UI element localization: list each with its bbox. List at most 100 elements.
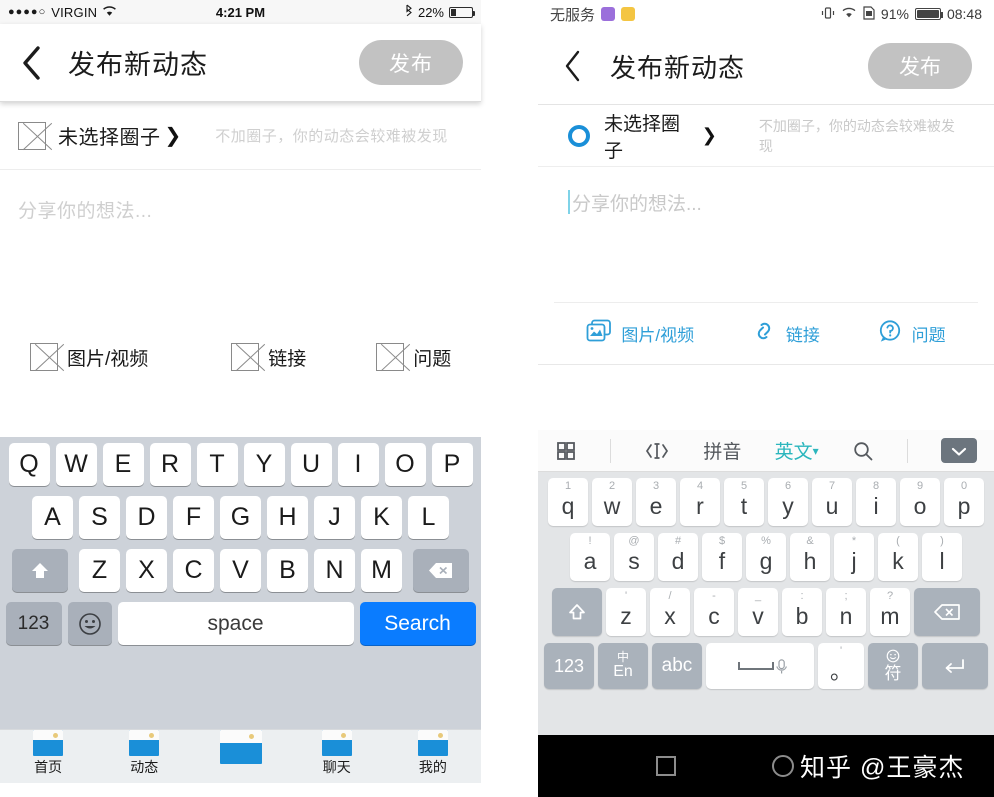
attach-photo-video-button[interactable]: 图片/视频 xyxy=(30,343,148,371)
key-o[interactable]: 9o xyxy=(900,478,940,526)
key-o[interactable]: O xyxy=(384,443,426,486)
tab-item-feed[interactable]: 动态 xyxy=(96,730,192,777)
key-t[interactable]: 5t xyxy=(724,478,764,526)
key-sup: 2 xyxy=(608,480,616,492)
key-b[interactable]: B xyxy=(267,549,308,592)
key-v[interactable]: _ v xyxy=(738,588,778,636)
key-d[interactable]: # d xyxy=(658,533,698,581)
pinyin-tab[interactable]: 拼音 xyxy=(703,437,741,464)
cursor-move-icon[interactable] xyxy=(644,441,670,461)
key-e[interactable]: E xyxy=(102,443,144,486)
key-main: p xyxy=(957,492,971,519)
compose-textarea[interactable]: 分享你的想法... xyxy=(0,170,481,328)
key-x[interactable]: X xyxy=(126,549,167,592)
space-key[interactable]: space xyxy=(117,602,354,645)
key-m[interactable]: M xyxy=(361,549,402,592)
key-z[interactable]: ' z xyxy=(606,588,646,636)
key-i[interactable]: I xyxy=(337,443,379,486)
enter-icon[interactable] xyxy=(922,643,988,689)
publish-button[interactable]: 发布 xyxy=(868,43,972,89)
key-j[interactable]: J xyxy=(314,496,355,539)
key-p[interactable]: P xyxy=(431,443,473,486)
space-key[interactable] xyxy=(706,643,814,689)
key-i[interactable]: 8i xyxy=(856,478,896,526)
key-n[interactable]: ; n xyxy=(826,588,866,636)
square-recents-icon[interactable] xyxy=(656,756,676,776)
key-m[interactable]: ? m xyxy=(870,588,910,636)
key-c[interactable]: C xyxy=(173,549,214,592)
numbers-key[interactable]: 123 xyxy=(5,602,62,645)
key-f[interactable]: F xyxy=(173,496,214,539)
backspace-icon[interactable] xyxy=(914,588,980,636)
key-z[interactable]: Z xyxy=(79,549,120,592)
collapse-keyboard-icon[interactable] xyxy=(941,438,978,463)
key-l[interactable]: L xyxy=(408,496,449,539)
back-button[interactable] xyxy=(18,45,46,81)
symbols-key[interactable]: 符 xyxy=(868,643,918,689)
key-s[interactable]: @ s xyxy=(614,533,654,581)
tab-item-mine[interactable]: 我的 xyxy=(385,730,481,777)
key-y[interactable]: Y xyxy=(243,443,285,486)
key-h[interactable]: H xyxy=(267,496,308,539)
key-x[interactable]: / x xyxy=(650,588,690,636)
key-s[interactable]: S xyxy=(79,496,120,539)
tab-item-compose[interactable] xyxy=(192,730,288,765)
key-w[interactable]: 2w xyxy=(592,478,632,526)
key-l[interactable]: ) l xyxy=(922,533,962,581)
backspace-icon[interactable] xyxy=(413,549,469,592)
circle-home-icon[interactable] xyxy=(772,755,794,777)
key-r[interactable]: 4r xyxy=(680,478,720,526)
publish-button[interactable]: 发布 xyxy=(359,40,463,85)
key-t[interactable]: T xyxy=(196,443,238,486)
key-w[interactable]: W xyxy=(55,443,97,486)
key-e[interactable]: 3e xyxy=(636,478,676,526)
key-sup: : xyxy=(800,590,804,602)
smiley-icon[interactable] xyxy=(67,602,112,645)
abc-key[interactable]: abc xyxy=(652,643,702,689)
key-p[interactable]: 0p xyxy=(944,478,984,526)
back-button[interactable] xyxy=(560,49,586,83)
key-q[interactable]: 1q xyxy=(548,478,588,526)
android-keyboard[interactable]: 拼音 英文 ▾ 1q 2w 3e 4r 5t 6y 7u 8 i 9 o 0 p… xyxy=(538,430,994,735)
attach-link-button[interactable]: 链接 xyxy=(231,343,306,371)
key-j[interactable]: * j xyxy=(834,533,874,581)
grid-icon[interactable] xyxy=(555,440,577,462)
shift-up-icon[interactable] xyxy=(552,588,602,636)
attach-question-button[interactable]: 问题 xyxy=(376,343,451,371)
period-key[interactable]: ' 。 xyxy=(818,643,864,689)
search-key[interactable]: Search xyxy=(359,602,476,645)
circle-selector-row[interactable]: 未选择圈子 ❯ 不加圈子，你的动态会较难被发现 xyxy=(0,102,481,170)
key-k[interactable]: K xyxy=(361,496,402,539)
broken-image-icon xyxy=(30,343,58,371)
shift-up-icon[interactable] xyxy=(12,549,68,592)
key-b[interactable]: :b xyxy=(782,588,822,636)
key-a[interactable]: ! a xyxy=(570,533,610,581)
language-toggle-key[interactable]: 中 En xyxy=(598,643,648,689)
english-tab[interactable]: 英文 ▾ xyxy=(775,437,819,464)
compose-textarea[interactable]: 分享你的想法... xyxy=(538,167,994,302)
key-v[interactable]: V xyxy=(220,549,261,592)
key-g[interactable]: % g xyxy=(746,533,786,581)
key-n[interactable]: N xyxy=(314,549,355,592)
key-d[interactable]: D xyxy=(126,496,167,539)
key-y[interactable]: 6y xyxy=(768,478,808,526)
key-f[interactable]: $ f xyxy=(702,533,742,581)
tab-item-chat[interactable]: 聊天 xyxy=(289,730,385,777)
tab-item-home[interactable]: 首页 xyxy=(0,730,96,777)
attach-link-button[interactable]: 链接 xyxy=(751,319,820,348)
numbers-key[interactable]: 123 xyxy=(544,643,594,689)
key-q[interactable]: Q xyxy=(8,443,50,486)
attach-photo-video-button[interactable]: 图片/视频 xyxy=(586,319,694,348)
circle-selector-row[interactable]: 未选择圈子 ❯ 不加圈子，你的动态会较难被发现 xyxy=(538,105,994,167)
key-k[interactable]: (k xyxy=(878,533,918,581)
ios-keyboard[interactable]: Q W E R T Y U I O P A S D F G H J K L Z … xyxy=(0,437,481,729)
search-icon[interactable] xyxy=(852,440,874,462)
key-u[interactable]: 7u xyxy=(812,478,852,526)
key-a[interactable]: A xyxy=(32,496,73,539)
key-r[interactable]: R xyxy=(149,443,191,486)
key-g[interactable]: G xyxy=(220,496,261,539)
attach-question-button[interactable]: 问题 xyxy=(877,319,946,348)
key-u[interactable]: U xyxy=(290,443,332,486)
key-c[interactable]: -c xyxy=(694,588,734,636)
key-h[interactable]: & h xyxy=(790,533,830,581)
